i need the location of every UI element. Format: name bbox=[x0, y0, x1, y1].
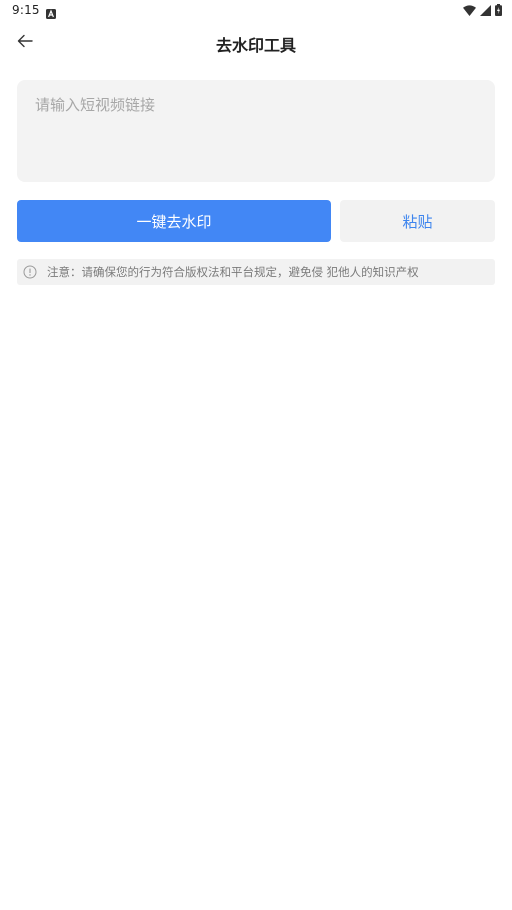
a-letter-icon bbox=[46, 4, 56, 19]
battery-charging-icon bbox=[495, 4, 502, 16]
video-link-input[interactable] bbox=[17, 80, 495, 182]
screen: 9:15 去水印工具 请输入短视频链接 一键去水印 粘贴 注意：请确保您的行为符… bbox=[0, 0, 512, 910]
paste-label: 粘贴 bbox=[402, 212, 433, 231]
wifi-icon bbox=[463, 4, 476, 16]
copyright-notice: 注意：请确保您的行为符合版权法和平台规定，避免侵 犯他人的知识产权 bbox=[17, 259, 495, 285]
status-bar: 9:15 bbox=[0, 0, 512, 22]
notice-text: 注意：请确保您的行为符合版权法和平台规定，避免侵 犯他人的知识产权 bbox=[47, 265, 419, 279]
remove-watermark-button[interactable]: 一键去水印 bbox=[17, 200, 331, 242]
info-circle-icon bbox=[23, 265, 37, 279]
status-time: 9:15 bbox=[12, 3, 40, 17]
signal-icon bbox=[480, 4, 491, 16]
paste-button[interactable]: 粘贴 bbox=[340, 200, 495, 242]
page-title: 去水印工具 bbox=[215, 36, 296, 55]
app-header: 去水印工具 bbox=[0, 22, 512, 62]
remove-watermark-label: 一键去水印 bbox=[136, 212, 212, 231]
status-icons bbox=[463, 4, 502, 16]
